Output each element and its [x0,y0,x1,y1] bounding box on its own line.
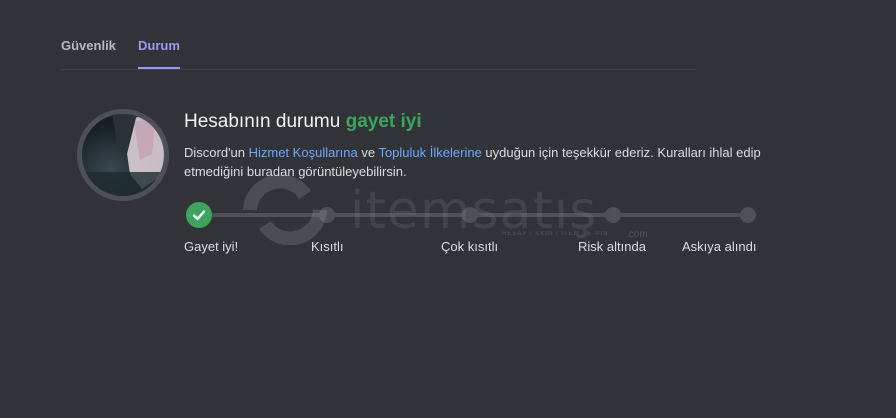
account-status-headline: Hesabının durumu gayet iyi [184,111,422,133]
headline-prefix: Hesabının durumu [184,111,341,132]
status-check-icon [186,202,212,228]
step-dot-suspended [740,207,756,223]
step-dot-at-risk [605,207,621,223]
step-label-suspended: Askıya alındı [682,239,757,254]
watermark-domain: .com [626,229,648,240]
tab-security[interactable]: Güvenlik [61,38,116,67]
community-guidelines-link[interactable]: Topluluk İlkelerine [378,145,481,160]
desc-part-2: ve [357,145,379,160]
avatar-image [82,114,164,196]
desc-part-1: Discord'un [184,145,249,160]
step-label-at-risk: Risk altında [578,239,646,254]
step-label-very-restricted: Çok kısıtlı [441,239,499,254]
status-description: Discord'un Hizmet Koşullarına ve Toplulu… [184,143,764,181]
step-label-restricted: Kısıtlı [311,239,344,254]
tab-bar: Güvenlik Durum [61,0,696,70]
step-dot-restricted [319,207,335,223]
tab-status[interactable]: Durum [138,38,180,69]
headline-status-value: gayet iyi [345,111,422,132]
avatar [77,109,169,201]
step-label-good: Gayet iyi! [184,239,239,254]
terms-of-service-link[interactable]: Hizmet Koşullarına [249,145,358,160]
watermark-tagline: HESAP / SKIN / ITEM / E-PIN [502,231,609,237]
